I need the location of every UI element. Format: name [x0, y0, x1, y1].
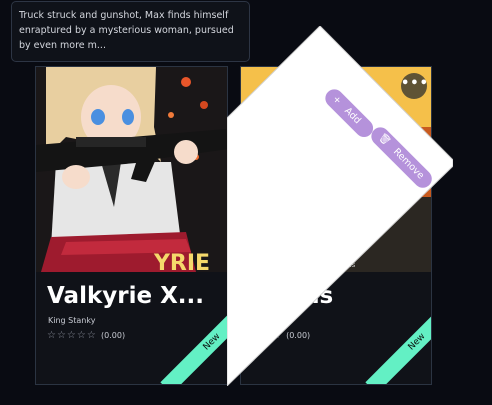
cover-image[interactable]: YRIE	[36, 67, 227, 272]
svg-text:YRIE: YRIE	[153, 251, 210, 272]
card-title[interactable]: Valkyrie X...	[47, 283, 204, 309]
rating: ☆☆☆☆☆ (0.00)	[47, 330, 125, 341]
story-card[interactable]: YRIE Valkyrie X... King Stanky ☆☆☆☆☆ (0.…	[35, 66, 228, 385]
trash-icon: 🗑	[376, 131, 393, 148]
context-menu-panel	[227, 26, 453, 386]
description-tooltip: Truck struck and gunshot, Max finds hims…	[11, 1, 250, 62]
cover-illustration: YRIE	[36, 67, 227, 272]
tooltip-text: Truck struck and gunshot, Max finds hims…	[19, 10, 234, 51]
rating-value: (0.00)	[101, 331, 126, 340]
card-author[interactable]: King Stanky	[48, 316, 95, 325]
plus-icon: +	[330, 93, 344, 107]
star-rating-icons: ☆☆☆☆☆	[47, 330, 97, 341]
